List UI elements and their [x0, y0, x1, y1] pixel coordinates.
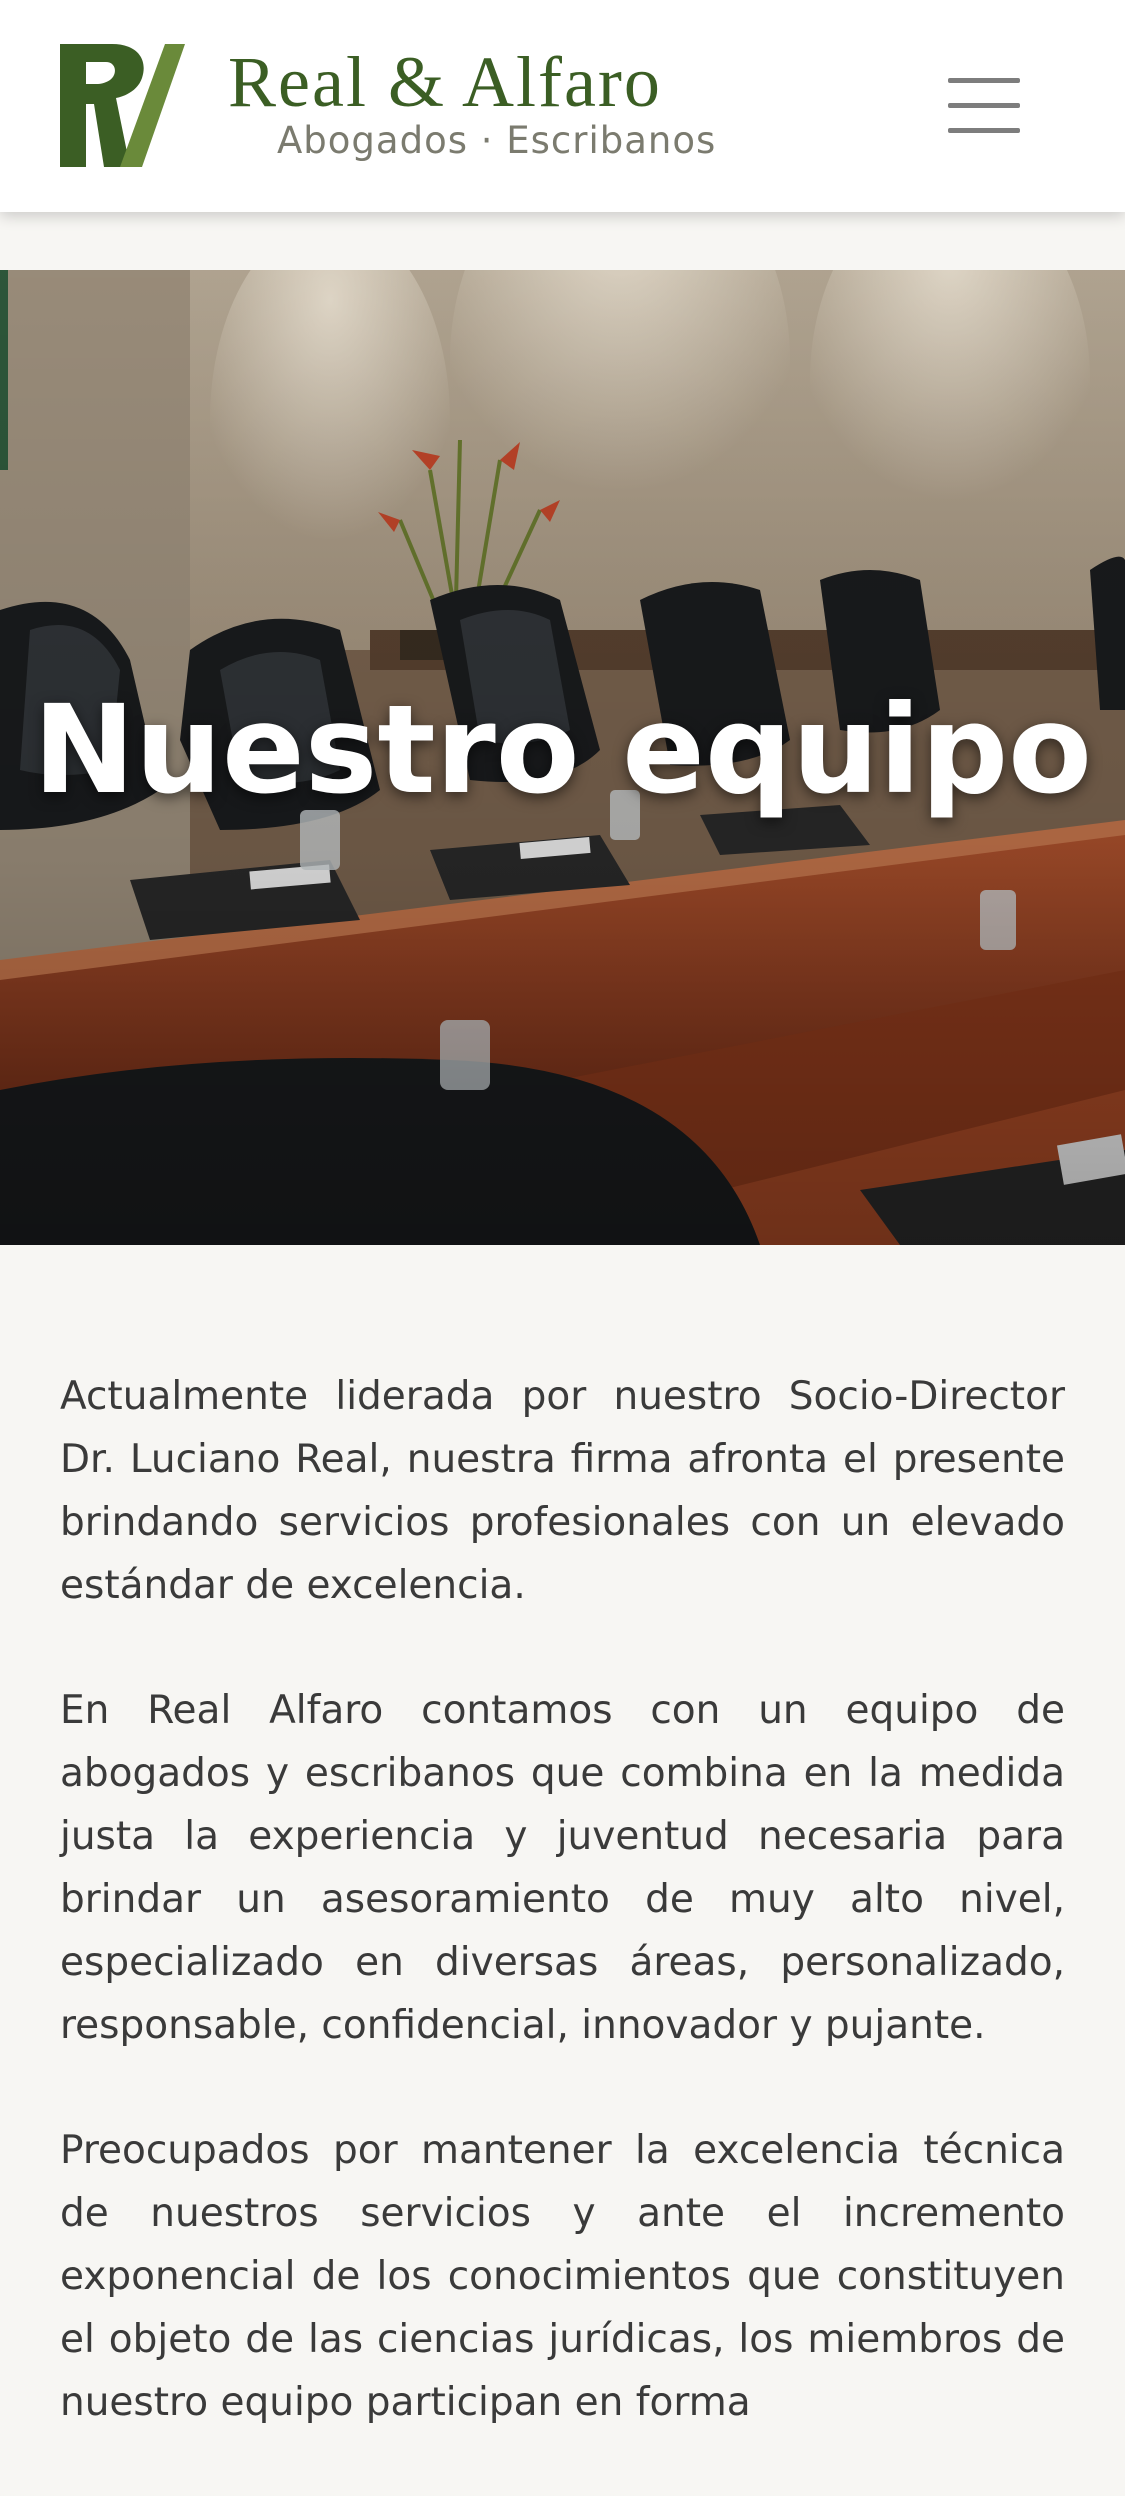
team-description: Actualmente liderada por nuestro Socio-D… [60, 1365, 1065, 2496]
rv-monogram-logo-icon [60, 44, 185, 167]
hero-banner: Nuestro equipo [0, 270, 1125, 1245]
training-paragraph: Preocupados por mantener la excelencia t… [60, 2128, 1065, 2425]
brand-name: Real & Alfaro [228, 42, 662, 122]
team-paragraph: En Real Alfaro contamos con un equipo de… [60, 1688, 1065, 2048]
site-header: Real & Alfaro Abogados · Escribanos [0, 0, 1125, 212]
hamburger-menu-icon[interactable] [940, 72, 1030, 138]
intro-paragraph: Actualmente liderada por nuestro Socio-D… [60, 1374, 1065, 1608]
brand-tagline: Abogados · Escribanos [277, 119, 717, 162]
page-title: Nuestro equipo [33, 679, 1092, 821]
